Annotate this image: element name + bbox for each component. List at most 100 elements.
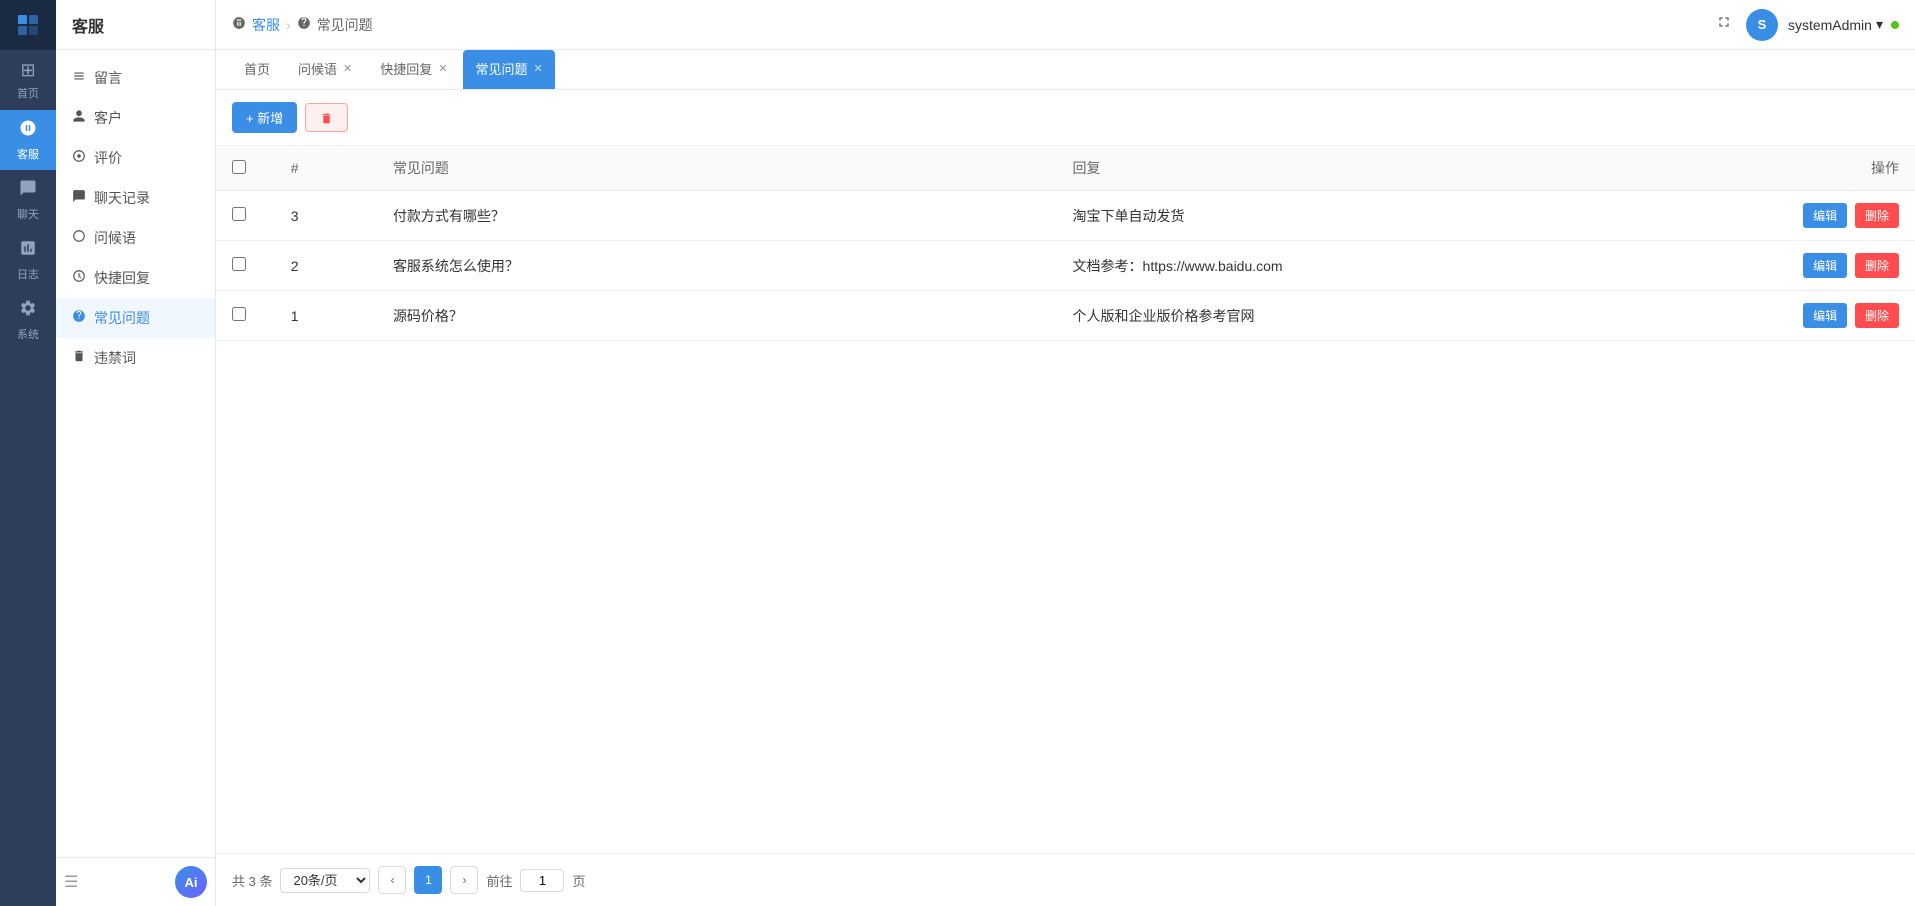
row-num-cell: 3: [275, 191, 377, 241]
table-header-row: # 常见问题 回复 操作: [216, 146, 1915, 191]
tab-quick-reply[interactable]: 快捷回复 ✕: [368, 50, 459, 89]
tab-greeting-close[interactable]: ✕: [343, 62, 352, 75]
nav-item-log[interactable]: 日志: [0, 230, 56, 290]
breadcrumb-faq: 常见问题: [317, 15, 373, 35]
page-size-select[interactable]: 10条/页20条/页50条/页100条/页: [280, 868, 370, 893]
row-reply-cell: 个人版和企业版价格参考官网: [1057, 291, 1737, 341]
sidebar-label-customer: 客户: [94, 108, 122, 128]
goto-label: 前往: [486, 871, 512, 890]
review-icon: [72, 149, 86, 167]
online-indicator: [1891, 21, 1899, 29]
nav-item-service[interactable]: 客服: [0, 110, 56, 170]
col-header-action: 操作: [1736, 146, 1915, 191]
col-header-check: [216, 146, 275, 191]
col-header-question: 常见问题: [377, 146, 1057, 191]
row-question-cell: 客服系统怎么使用？: [377, 241, 1057, 291]
toolbar: + 新增: [216, 90, 1915, 146]
customer-icon: [72, 109, 86, 127]
edit-button[interactable]: 编辑: [1803, 303, 1847, 328]
row-checkbox[interactable]: [232, 307, 246, 321]
fullscreen-button[interactable]: [1712, 10, 1736, 39]
sidebar-item-chat-history[interactable]: 聊天记录: [56, 178, 215, 218]
row-checkbox[interactable]: [232, 207, 246, 221]
banned-words-icon: [72, 349, 86, 367]
row-action-cell: 编辑 删除: [1736, 191, 1915, 241]
tab-quick-reply-close[interactable]: ✕: [438, 62, 447, 75]
pagination-total: 共 3 条: [232, 871, 272, 890]
menu-icon[interactable]: ☰: [64, 872, 78, 892]
faq-table: # 常见问题 回复 操作 3 付款方式有哪些？ 淘宝下单自动发货 编辑 删除 2…: [216, 146, 1915, 341]
content-area: + 新增 # 常见问题 回复 操作: [216, 90, 1915, 906]
batch-delete-button[interactable]: [305, 103, 348, 132]
sidebar-label-banned-words: 违禁词: [94, 348, 136, 368]
row-action-cell: 编辑 删除: [1736, 291, 1915, 341]
user-avatar: S: [1746, 9, 1778, 41]
tab-home[interactable]: 首页: [232, 50, 282, 89]
sidebar-item-review[interactable]: 评价: [56, 138, 215, 178]
sidebar-label-quick-reply: 快捷回复: [94, 268, 150, 288]
select-all-checkbox[interactable]: [232, 160, 246, 174]
table-row: 1 源码价格？ 个人版和企业版价格参考官网 编辑 删除: [216, 291, 1915, 341]
chat-history-icon: [72, 189, 86, 207]
sidebar-label-review: 评价: [94, 148, 122, 168]
row-question-cell: 源码价格？: [377, 291, 1057, 341]
service-icon: [19, 119, 37, 142]
goto-input[interactable]: [520, 869, 564, 892]
quick-reply-icon: [72, 269, 86, 287]
user-name-text: systemAdmin: [1788, 17, 1872, 33]
sidebar-item-banned-words[interactable]: 违禁词: [56, 338, 215, 378]
delete-button[interactable]: 删除: [1855, 303, 1899, 328]
sidebar-item-quick-reply[interactable]: 快捷回复: [56, 258, 215, 298]
nav-label-system: 系统: [17, 326, 39, 342]
nav-item-system[interactable]: 系统: [0, 290, 56, 350]
table-body: 3 付款方式有哪些？ 淘宝下单自动发货 编辑 删除 2 客服系统怎么使用？ 文档…: [216, 191, 1915, 341]
tab-greeting[interactable]: 问候语 ✕: [286, 50, 364, 89]
delete-button[interactable]: 删除: [1855, 253, 1899, 278]
user-name[interactable]: systemAdmin ▾: [1788, 16, 1899, 33]
next-page-button[interactable]: ›: [450, 866, 478, 894]
row-reply-cell: 文档参考：https://www.baidu.com: [1057, 241, 1737, 291]
sidebar-label-message: 留言: [94, 68, 122, 88]
sidebar-item-message[interactable]: 留言: [56, 58, 215, 98]
ai-avatar-bubble[interactable]: Ai: [175, 866, 207, 898]
page-label: 页: [572, 871, 585, 890]
prev-page-button[interactable]: ‹: [378, 866, 406, 894]
app-logo: [0, 0, 56, 50]
nav-label-home: 首页: [17, 85, 39, 101]
tab-faq-close[interactable]: ✕: [534, 62, 543, 75]
chevron-down-icon: ▾: [1876, 16, 1883, 33]
row-check-cell: [216, 291, 275, 341]
sidebar-item-customer[interactable]: 客户: [56, 98, 215, 138]
sidebar-bottom: ☰ Ai: [56, 857, 215, 906]
sidebar-menu: 留言 客户 评价 聊天记录 问候语: [56, 50, 215, 857]
log-icon: [19, 239, 37, 262]
col-header-num: #: [275, 146, 377, 191]
table-row: 2 客服系统怎么使用？ 文档参考：https://www.baidu.com 编…: [216, 241, 1915, 291]
sidebar: 客服 留言 客户 评价 聊天记录: [56, 0, 216, 906]
nav-item-home[interactable]: ⊞ 首页: [0, 50, 56, 110]
breadcrumb: 客服 › 常见问题: [232, 15, 373, 35]
col-header-reply: 回复: [1057, 146, 1737, 191]
page-1-button[interactable]: 1: [414, 866, 442, 894]
tab-quick-reply-label: 快捷回复: [380, 59, 432, 78]
breadcrumb-service[interactable]: 客服: [252, 15, 280, 35]
sidebar-title: 客服: [56, 0, 215, 50]
sidebar-item-greeting[interactable]: 问候语: [56, 218, 215, 258]
table-wrap: # 常见问题 回复 操作 3 付款方式有哪些？ 淘宝下单自动发货 编辑 删除 2…: [216, 146, 1915, 853]
main-content: 客服 › 常见问题 S systemAdmin ▾ 首页 问候语 ✕: [216, 0, 1915, 906]
edit-button[interactable]: 编辑: [1803, 203, 1847, 228]
tab-faq[interactable]: 常见问题 ✕: [463, 50, 554, 89]
row-checkbox[interactable]: [232, 257, 246, 271]
nav-item-chat[interactable]: 聊天: [0, 170, 56, 230]
delete-button[interactable]: 删除: [1855, 203, 1899, 228]
icon-nav: ⊞ 首页 客服 聊天 日志 系统: [0, 0, 56, 906]
system-icon: [19, 299, 37, 322]
sidebar-item-faq[interactable]: 常见问题: [56, 298, 215, 338]
header-right: S systemAdmin ▾: [1712, 9, 1899, 41]
tab-faq-label: 常见问题: [475, 59, 527, 78]
row-num-cell: 1: [275, 291, 377, 341]
row-reply-cell: 淘宝下单自动发货: [1057, 191, 1737, 241]
new-button[interactable]: + 新增: [232, 102, 297, 133]
breadcrumb-separator: ›: [286, 17, 291, 33]
edit-button[interactable]: 编辑: [1803, 253, 1847, 278]
